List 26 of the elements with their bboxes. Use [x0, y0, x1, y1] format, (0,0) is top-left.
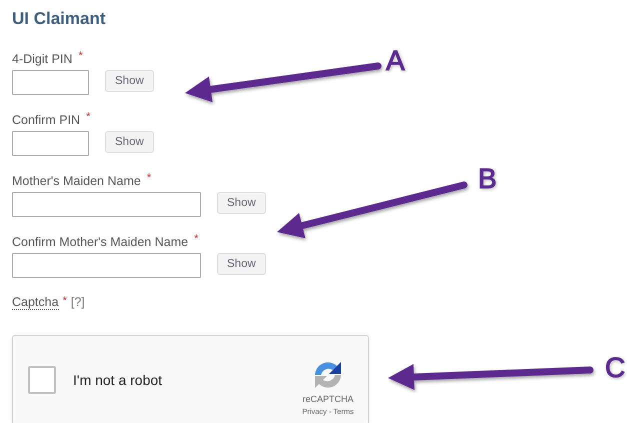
required-mark: * — [78, 51, 83, 61]
captcha-label: Captcha — [12, 295, 59, 310]
field-label: Mother's Maiden Name — [12, 173, 141, 189]
checkbox-label: I'm not a robot — [73, 372, 164, 388]
required-mark: * — [194, 234, 198, 244]
show-button[interactable]: Show — [105, 70, 154, 92]
show-button[interactable]: Show — [217, 192, 266, 214]
annotation-letter: A — [386, 45, 405, 77]
captcha-checkbox[interactable] — [28, 366, 56, 394]
field-label: Confirm Mother's Maiden Name — [12, 234, 188, 250]
field-label: Confirm PIN — [12, 112, 80, 128]
required-mark: * — [146, 173, 152, 183]
annotation-letter: B — [478, 163, 497, 195]
required-mark: * — [62, 295, 67, 307]
required-mark: * — [86, 112, 90, 122]
show-button[interactable]: Show — [217, 253, 266, 275]
input-field[interactable] — [12, 192, 201, 217]
input-field[interactable] — [12, 253, 201, 278]
show-button[interactable]: Show — [105, 131, 154, 153]
annotation-letter: C — [605, 352, 626, 384]
field-label: 4-Digit PIN — [12, 51, 72, 67]
form-title: UI Claimant — [12, 9, 107, 29]
help-link[interactable]: [?] — [70, 295, 85, 309]
input-field[interactable] — [12, 131, 89, 156]
recaptcha-brand: reCAPTCHA — [302, 394, 354, 404]
input-field[interactable] — [12, 70, 89, 95]
